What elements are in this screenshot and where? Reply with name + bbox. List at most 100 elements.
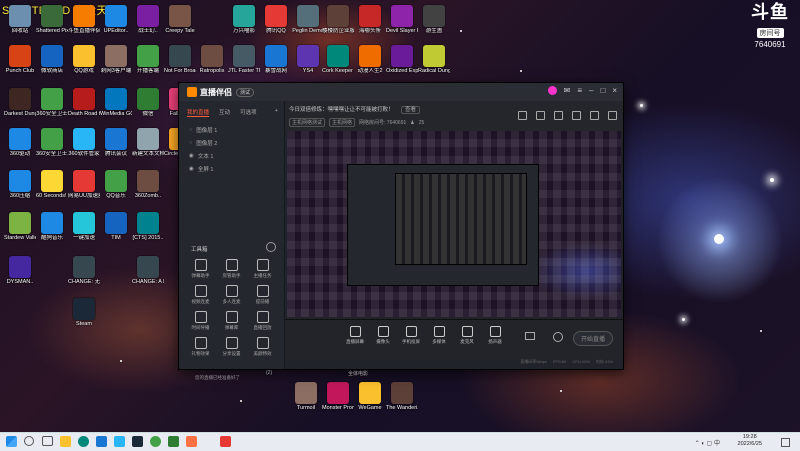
control-button[interactable]: 直播屏幕	[340, 326, 370, 345]
desktop-icon[interactable]: Steam	[68, 298, 100, 328]
gear-icon[interactable]	[266, 242, 276, 252]
desktop-icon[interactable]: Oxidized Expedition	[386, 45, 418, 75]
minimize-icon[interactable]: –	[589, 86, 593, 95]
share-icon[interactable]	[608, 111, 617, 120]
desktop-icon[interactable]: JTL Faster Than Light	[228, 45, 260, 75]
search-icon[interactable]	[24, 436, 34, 446]
live-companion-window[interactable]: 直播伴侣 测试 ✉ ≡ – □ × 我的直播 互动 可选项 + ◌ 图像层 1 ◌…	[178, 82, 624, 380]
desktop-icon[interactable]: 一键加速	[68, 212, 100, 242]
tool-item[interactable]: 弹幕库	[216, 311, 247, 331]
tool-item[interactable]: 视频连麦	[185, 285, 216, 305]
tool-item[interactable]: 提前播	[247, 285, 278, 305]
desktop-icon[interactable]: [CTS] 2015..	[132, 212, 164, 242]
desktop-icon[interactable]: 酷狗音乐	[36, 212, 68, 242]
stream-preview[interactable]	[287, 131, 621, 317]
steam-icon[interactable]	[132, 436, 143, 447]
tool-item[interactable]: 房管助手	[216, 259, 247, 279]
browser-icon[interactable]	[150, 436, 161, 447]
start-live-button[interactable]: 开始直播	[572, 331, 613, 346]
explorer-icon[interactable]	[60, 436, 71, 447]
mail-icon[interactable]: ✉	[564, 86, 571, 95]
desktop-icon[interactable]: 动漫人生2	[354, 45, 386, 75]
scene-item[interactable]: ◌ 图像层 1	[179, 123, 284, 136]
desktop-icon[interactable]: 60 Seconds! Reatomized	[36, 170, 68, 200]
visibility-icon[interactable]: ◌	[189, 140, 192, 146]
menu-icon[interactable]: ≡	[577, 86, 582, 95]
visibility-icon[interactable]: ◉	[189, 166, 194, 172]
visibility-icon[interactable]: ◉	[189, 153, 194, 159]
desktop-icon[interactable]: Peglin Demo	[292, 5, 324, 35]
desktop-icon[interactable]: Stardew Valley	[4, 212, 36, 242]
clock[interactable]: 19:28 2022/6/25	[738, 434, 762, 448]
douyu-icon[interactable]	[220, 436, 231, 447]
desktop-icon[interactable]: QQ音乐	[100, 170, 132, 200]
notification-icon[interactable]	[781, 438, 790, 447]
control-button[interactable]: 多媒体	[424, 326, 454, 345]
desktop-icon[interactable]: DYSMAN..	[4, 256, 36, 286]
tool-item[interactable]: 直播回放	[247, 311, 278, 331]
tab-options[interactable]: 可选项	[240, 108, 257, 117]
tool-item[interactable]: 分享设置	[216, 337, 247, 357]
douyu-icon[interactable]	[590, 111, 599, 120]
network-chip[interactable]: 主机网络	[329, 118, 356, 127]
desktop-icon[interactable]: QQ游戏	[68, 45, 100, 75]
control-button[interactable]: 手机投屏	[396, 326, 426, 345]
desktop-icon[interactable]: Cork Keeper 卓..	[322, 45, 354, 75]
tool-item[interactable]: 礼物效果	[185, 337, 216, 357]
douyu-companion-icon[interactable]	[186, 436, 197, 447]
desktop-icon[interactable]: 楼楼防企业服务器	[322, 5, 354, 35]
desktop-icon[interactable]: CHANGE: A Homeless..	[132, 256, 164, 286]
desktop-icon[interactable]: 回收站	[4, 5, 36, 35]
desktop-icon[interactable]: Not For Broadcast	[164, 45, 196, 75]
news-view-button[interactable]: 查看	[401, 106, 421, 114]
maximize-icon[interactable]: □	[600, 86, 605, 95]
window-titlebar[interactable]: 直播伴侣 测试 ✉ ≡ – □ ×	[179, 83, 623, 101]
desktop-icon[interactable]: 新建文本文档	[132, 128, 164, 158]
desktop-icon[interactable]: 游生蛊	[418, 5, 450, 35]
camera-icon[interactable]	[525, 332, 535, 340]
desktop-icon[interactable]: 微软商店	[36, 45, 68, 75]
desktop-icon[interactable]: 微信	[132, 88, 164, 118]
control-button[interactable]: 扬声器	[480, 326, 510, 345]
scene-item[interactable]: ◉ 全屏 1	[179, 162, 284, 175]
control-button[interactable]: 摄像头	[368, 326, 398, 345]
control-button[interactable]: 麦克风	[452, 326, 482, 345]
desktop-icon[interactable]: Darkest Dungeon®	[4, 88, 36, 118]
tool-item[interactable]: 弹幕助手	[185, 259, 216, 279]
desktop-icon[interactable]: 360驱动	[4, 128, 36, 158]
desktop-icon[interactable]: UPEditor..	[100, 5, 132, 35]
tool-item[interactable]: 美颜特效	[247, 337, 278, 357]
network-test-chip[interactable]: 主机网络测试	[289, 118, 326, 127]
desktop-icon[interactable]: 网易UU加速器	[68, 170, 100, 200]
gift-icon[interactable]	[518, 111, 527, 120]
settings-icon[interactable]	[553, 332, 563, 342]
avatar[interactable]	[547, 86, 557, 95]
desktop-icon[interactable]: The Wanderi..	[386, 382, 418, 412]
desktop-icon[interactable]: 360安全卫士	[36, 88, 68, 118]
desktop-icon[interactable]: 360Zomb..	[132, 170, 164, 200]
add-scene-icon[interactable]: +	[275, 108, 278, 117]
qq-icon[interactable]	[114, 436, 125, 447]
desktop-icon[interactable]: 腾讯会议	[100, 128, 132, 158]
start-button[interactable]	[6, 436, 17, 447]
desktop-icon[interactable]: 腾讯QQ	[260, 5, 292, 35]
desktop-icon[interactable]: Death Road to Canada	[68, 88, 100, 118]
desktop-icon[interactable]: Turmoil	[290, 382, 322, 412]
scene-item[interactable]: ◉ 文本 1	[179, 149, 284, 162]
desktop-icon[interactable]: 360软件管家	[68, 128, 100, 158]
desktop-icon[interactable]: Ratropolis	[196, 45, 228, 75]
screen-icon[interactable]	[572, 111, 581, 120]
desktop-icon[interactable]: CHANGE: 无家可归..	[68, 256, 100, 286]
task-view-icon[interactable]	[42, 436, 53, 446]
desktop-icon[interactable]: 海哪头条	[354, 5, 386, 35]
desktop-icon[interactable]: WeGame	[354, 382, 386, 412]
close-icon[interactable]: ×	[612, 86, 617, 95]
store-icon[interactable]	[96, 436, 107, 447]
desktop-icon[interactable]: 斗鱼直播伴侣	[68, 5, 100, 35]
desktop-icon[interactable]: 战士幻..	[132, 5, 164, 35]
desktop-icon[interactable]: Punch Club	[4, 45, 36, 75]
lock-icon[interactable]	[536, 111, 545, 120]
desktop-icon[interactable]: WinMedia GCentral..	[100, 88, 132, 118]
desktop-icon[interactable]: YS4	[292, 45, 324, 75]
desktop-icon[interactable]: TIM	[100, 212, 132, 242]
